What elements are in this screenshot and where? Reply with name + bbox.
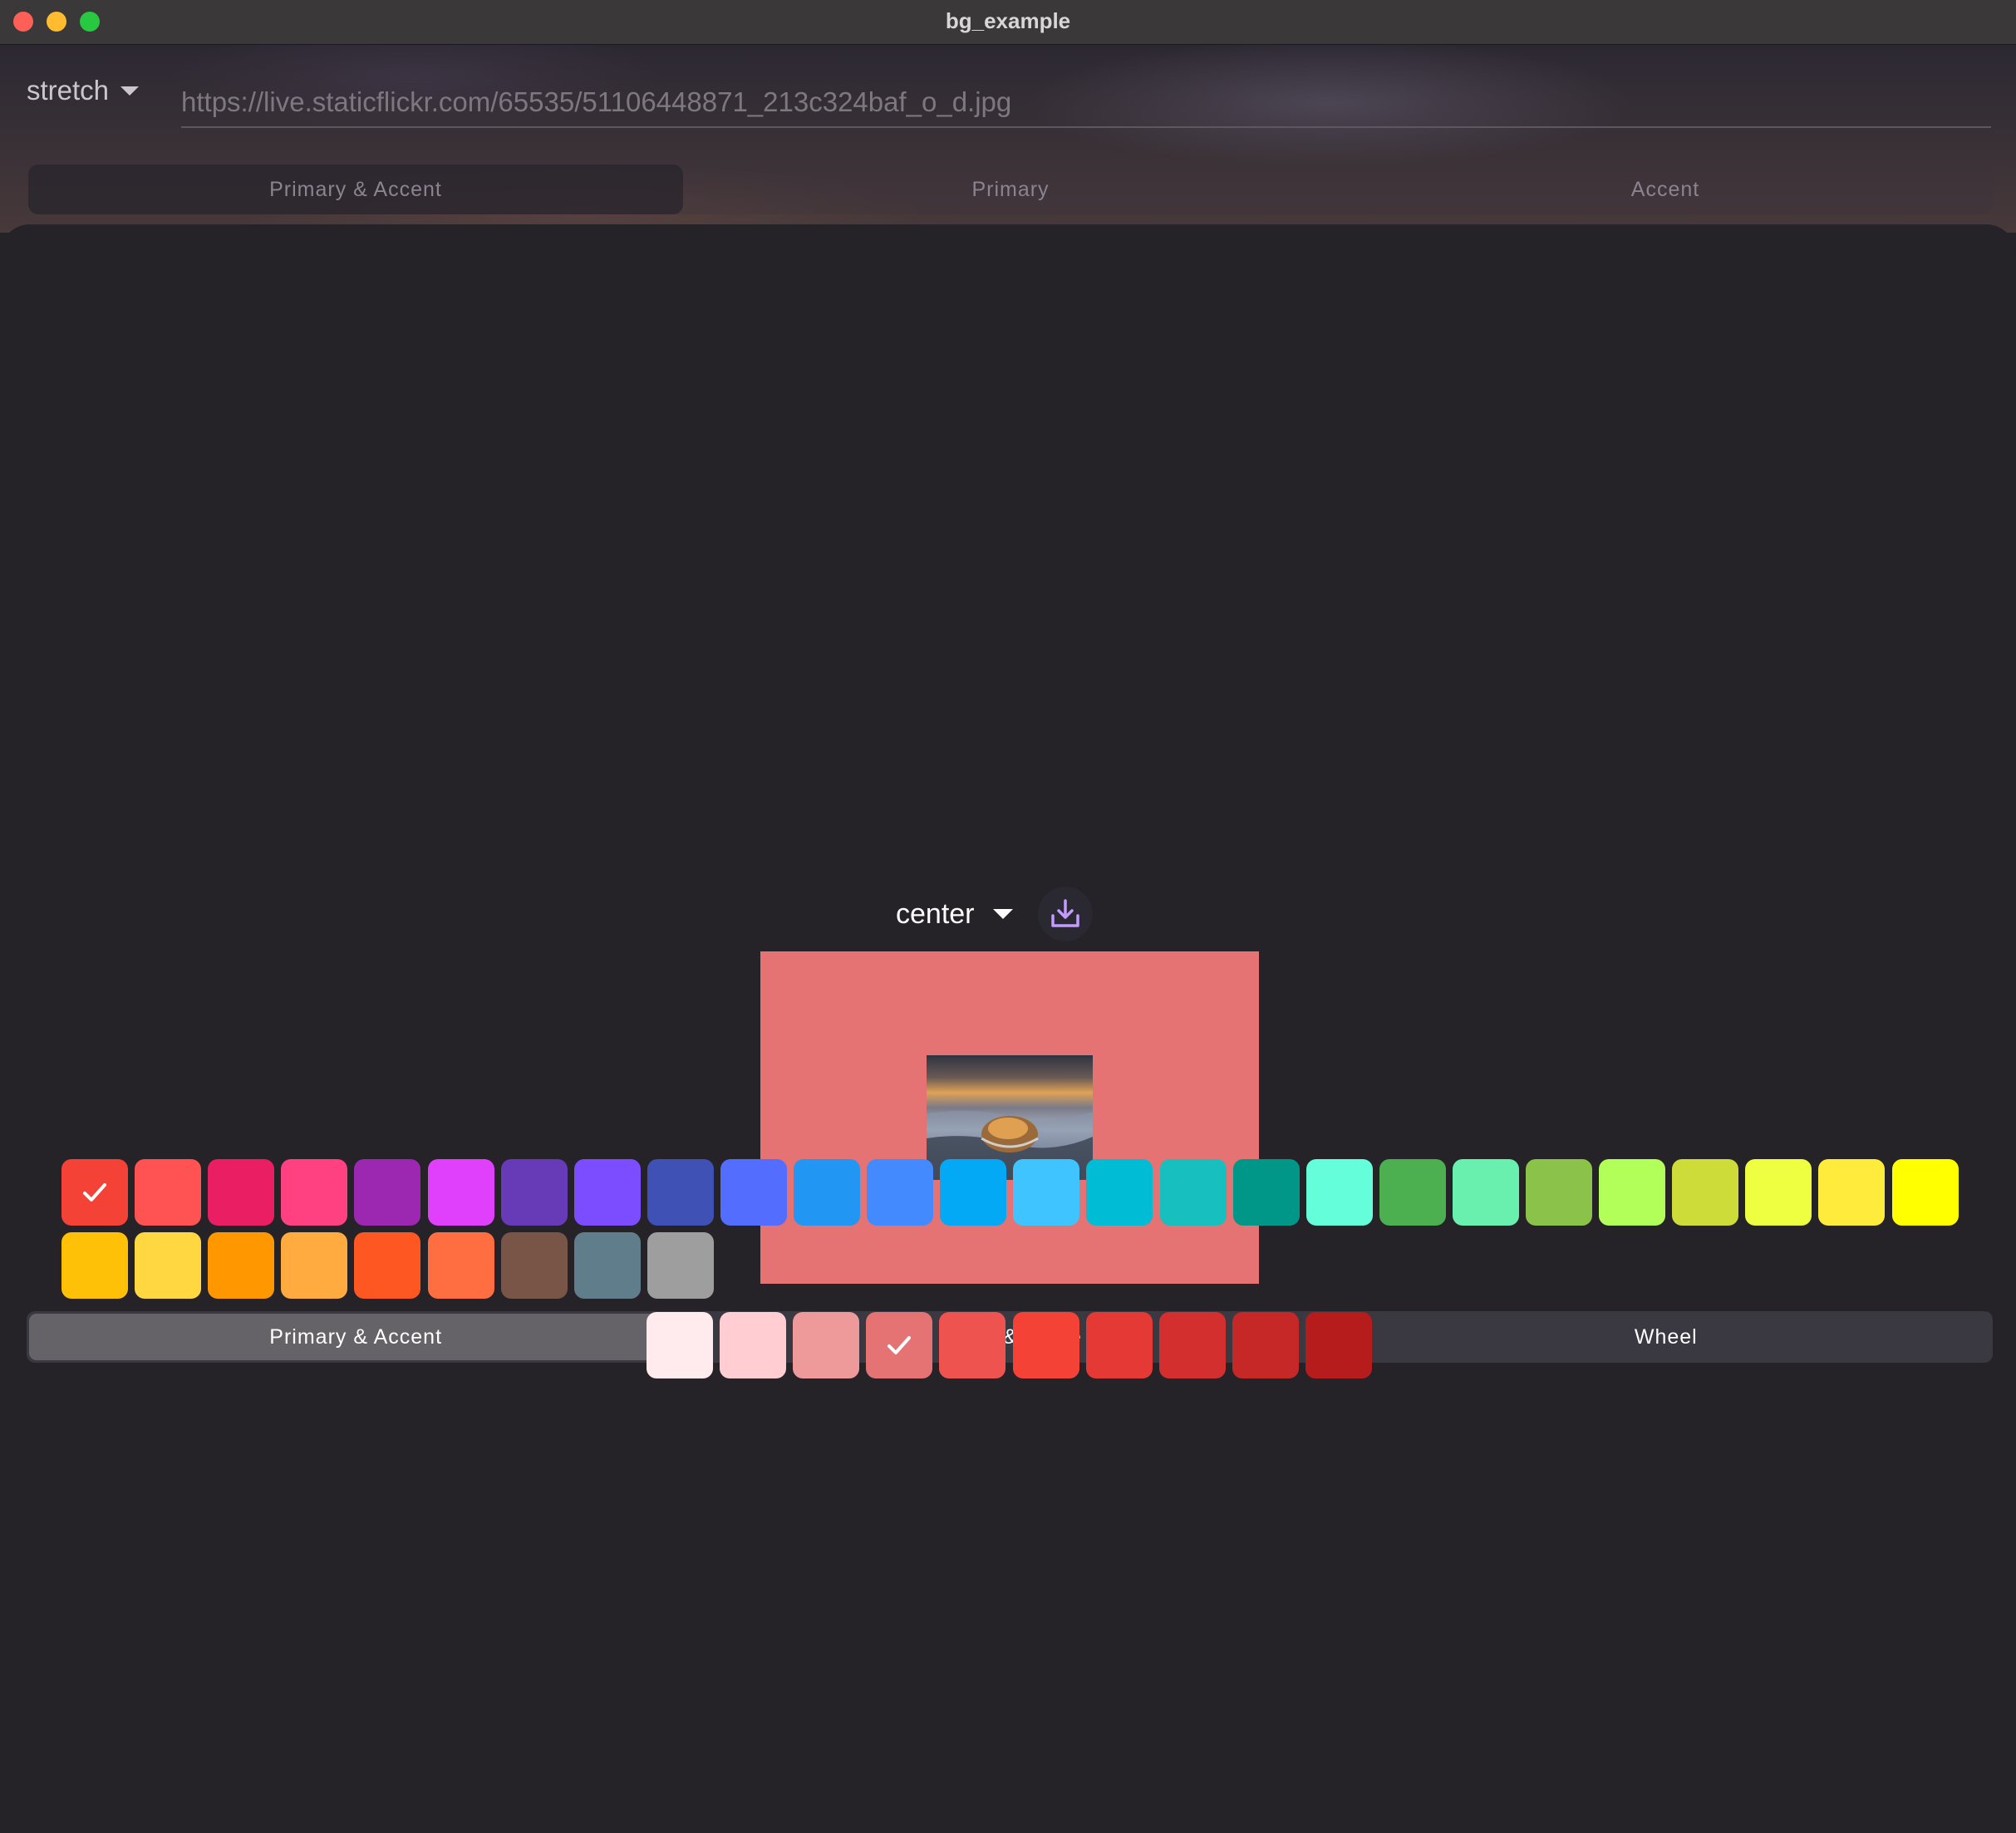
primary-color-swatch[interactable] [1086, 1159, 1153, 1226]
title-bar: bg_example [0, 0, 2016, 45]
primary-color-swatch[interactable] [500, 1159, 568, 1226]
tab-accent[interactable]: Accent [1338, 165, 1993, 214]
primary-color-swatch[interactable] [867, 1159, 934, 1226]
dropdown-arrow-icon [992, 909, 1013, 919]
checkmark-icon [888, 1336, 912, 1354]
primary-color-swatch[interactable] [1891, 1159, 1959, 1226]
primary-color-swatch[interactable] [1013, 1159, 1080, 1226]
shade-color-swatch[interactable] [1012, 1312, 1079, 1378]
primary-color-swatch[interactable] [1232, 1159, 1300, 1226]
primary-color-swatch[interactable] [1305, 1159, 1373, 1226]
primary-color-swatch[interactable] [354, 1159, 421, 1226]
shade-color-swatch[interactable] [1232, 1312, 1299, 1378]
shade-color-swatch[interactable] [647, 1312, 713, 1378]
tab-label: Primary & Accent [269, 177, 442, 201]
primary-color-swatch[interactable] [1526, 1159, 1592, 1226]
download-button[interactable] [1037, 887, 1093, 941]
shade-color-swatch[interactable] [1305, 1312, 1372, 1378]
primary-color-swatch[interactable] [1452, 1159, 1519, 1226]
primary-color-swatch[interactable] [135, 1232, 202, 1299]
primary-color-swatch[interactable] [281, 1232, 348, 1299]
primary-color-swatch[interactable] [61, 1232, 128, 1299]
tab-label: Wheel [1634, 1324, 1698, 1349]
fit-mode-value: stretch [27, 75, 110, 106]
download-icon [1050, 899, 1079, 927]
primary-color-swatch[interactable] [794, 1159, 860, 1226]
content-panel: center Primary & Accent Black & White Wh… [0, 224, 2016, 1833]
tab-label: Primary [971, 177, 1050, 201]
primary-color-swatch[interactable] [1379, 1159, 1446, 1226]
primary-color-swatch[interactable] [1818, 1159, 1886, 1226]
image-url-input[interactable] [181, 78, 1991, 128]
primary-color-swatch[interactable] [1745, 1159, 1812, 1226]
shade-color-swatch[interactable] [1158, 1312, 1226, 1378]
palette-tabs: Primary & Accent Black & White Wheel [27, 1311, 1993, 1363]
tab-primary-accent[interactable]: Primary & Accent [28, 165, 683, 214]
primary-color-swatch[interactable] [940, 1159, 1007, 1226]
primary-color-swatch[interactable] [647, 1159, 714, 1226]
header: stretch Primary & Accent Primary Accent [0, 45, 2016, 233]
primary-color-swatch[interactable] [61, 1159, 128, 1226]
primary-color-swatch[interactable] [500, 1232, 568, 1299]
primary-color-swatch[interactable] [281, 1159, 348, 1226]
shade-color-swatch[interactable] [939, 1312, 1006, 1378]
tab-primary[interactable]: Primary [683, 165, 1338, 214]
primary-color-swatch[interactable] [427, 1159, 494, 1226]
color-scheme-tabs: Primary & Accent Primary Accent [28, 165, 1993, 214]
shade-color-swatch[interactable] [793, 1312, 860, 1378]
primary-color-swatch[interactable] [573, 1232, 641, 1299]
tab-label: Accent [1630, 177, 1700, 201]
primary-color-swatch[interactable] [208, 1159, 275, 1226]
primary-color-swatch[interactable] [427, 1232, 494, 1299]
shade-color-swatch[interactable] [720, 1312, 787, 1378]
tab-palette-primary-accent[interactable]: Primary & Accent [29, 1314, 683, 1360]
primary-color-swatch[interactable] [1599, 1159, 1666, 1226]
preview-controls: center [896, 887, 1093, 941]
primary-color-swatch[interactable] [354, 1232, 421, 1299]
dropdown-arrow-icon [120, 86, 140, 96]
wallpaper-preview [760, 951, 1259, 1284]
window-title: bg_example [945, 8, 1071, 33]
primary-color-swatch[interactable] [573, 1159, 641, 1226]
primary-color-swatch[interactable] [208, 1232, 275, 1299]
shade-color-swatch[interactable] [1085, 1312, 1153, 1378]
shade-color-swatch[interactable] [866, 1312, 933, 1378]
alignment-dropdown[interactable]: center [896, 898, 1013, 931]
primary-color-swatch[interactable] [135, 1159, 202, 1226]
primary-color-swatch[interactable] [720, 1159, 787, 1226]
checkmark-icon [83, 1183, 106, 1202]
fit-mode-dropdown[interactable]: stretch [27, 75, 140, 106]
primary-color-swatch[interactable] [1159, 1159, 1227, 1226]
tab-palette-wheel[interactable]: Wheel [1340, 1311, 1993, 1363]
tab-label: Primary & Accent [269, 1324, 443, 1349]
alignment-value: center [896, 897, 975, 930]
primary-color-swatch[interactable] [647, 1232, 714, 1299]
primary-color-swatch[interactable] [1672, 1159, 1739, 1226]
